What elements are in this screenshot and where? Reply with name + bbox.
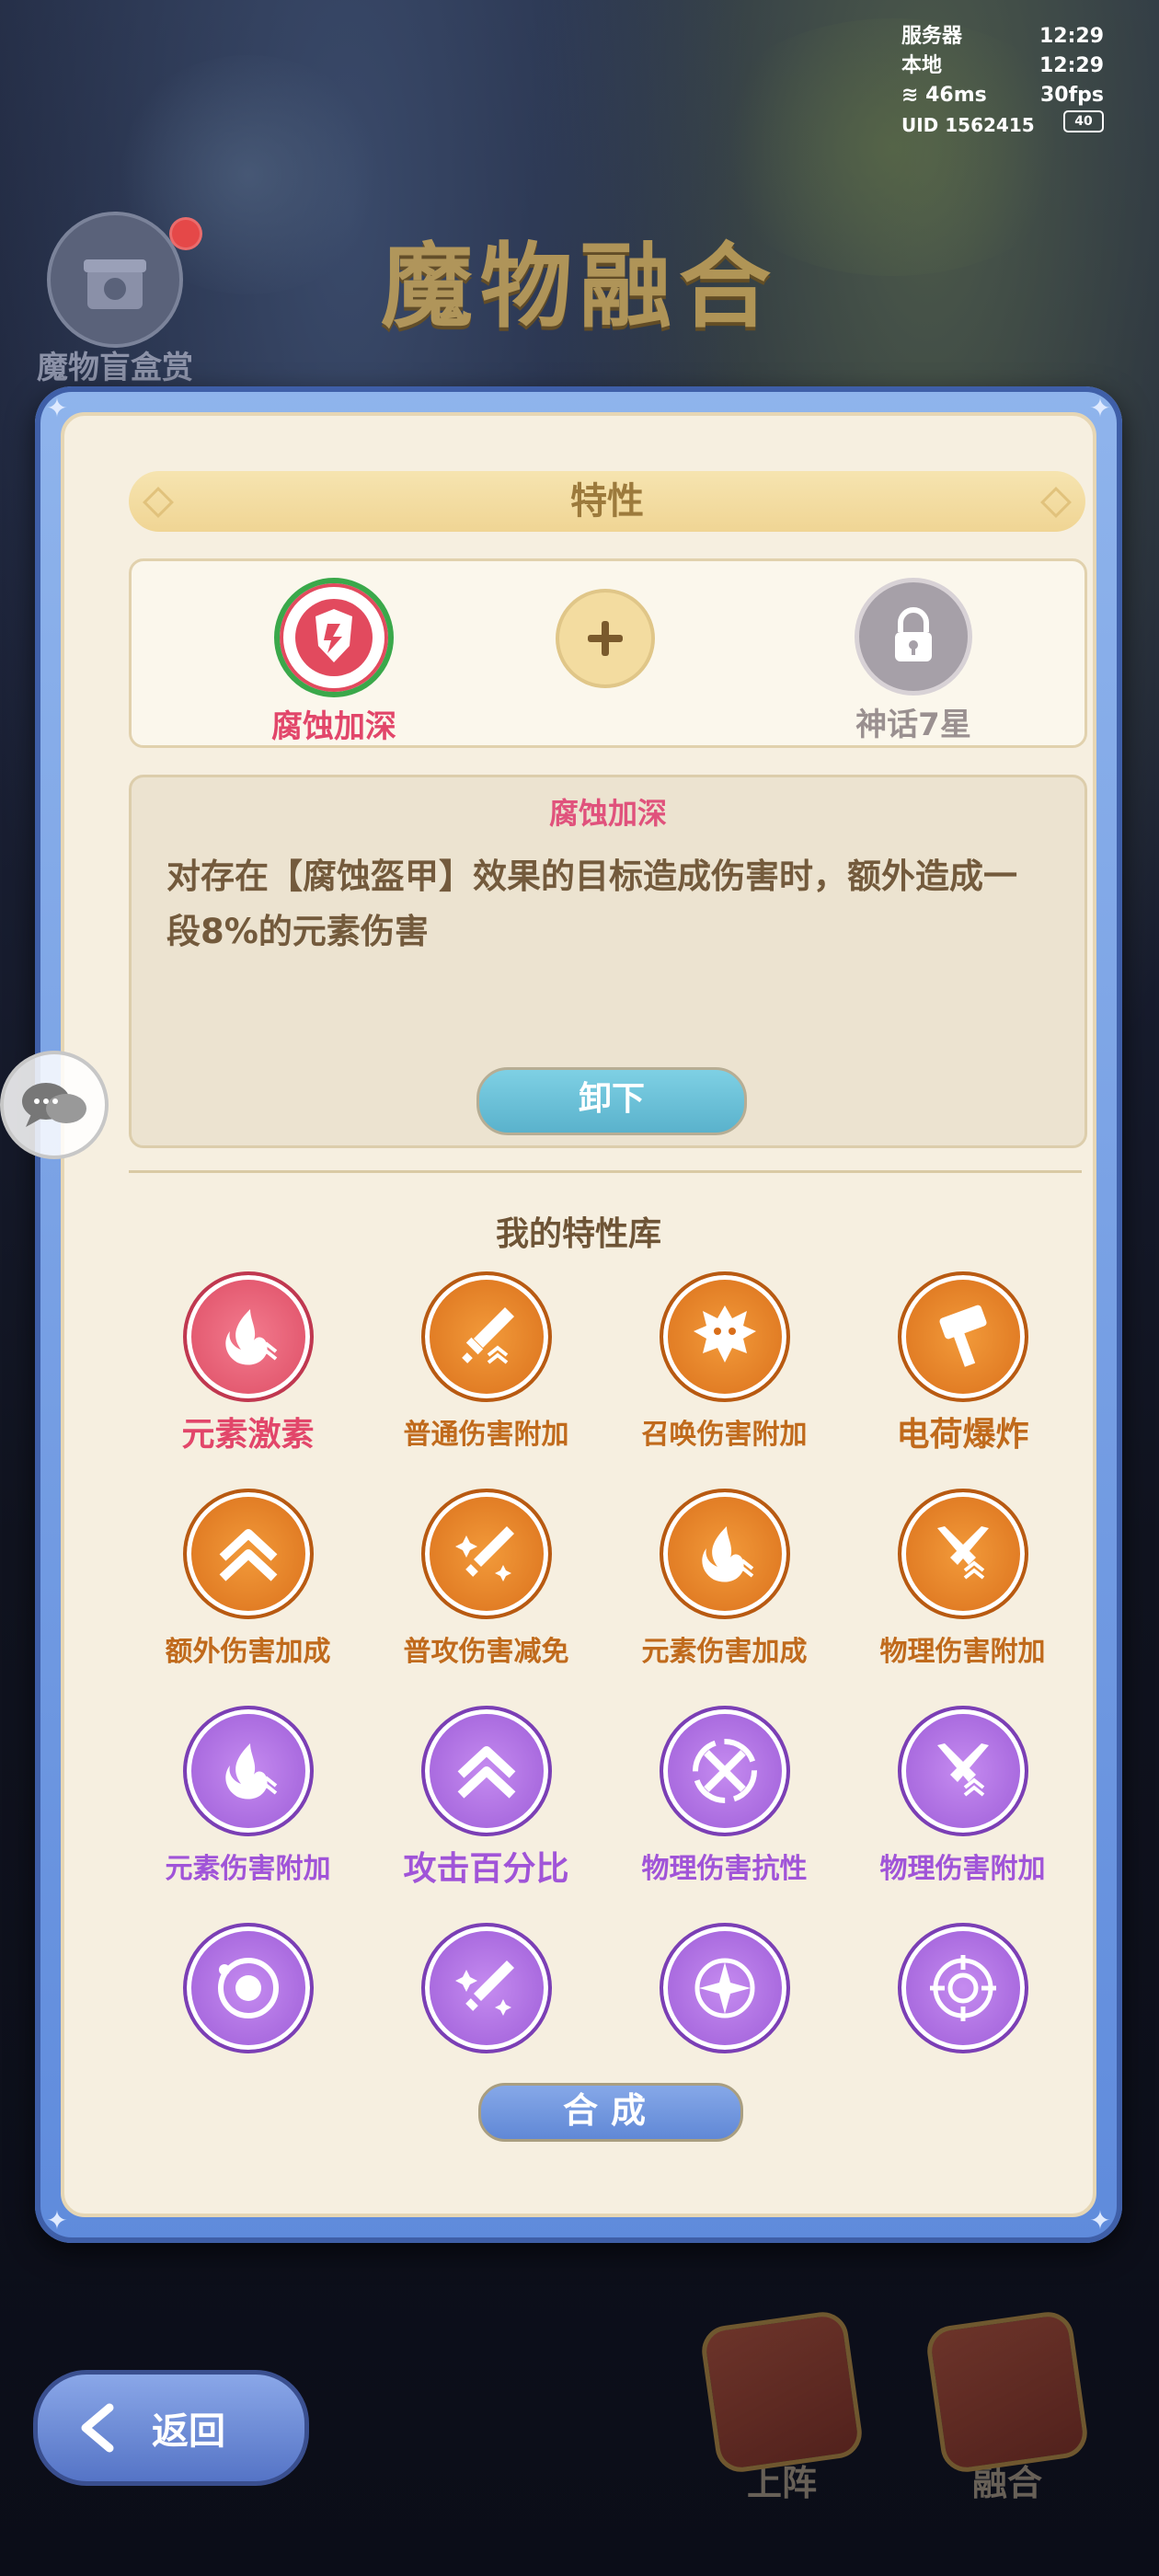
target-icon [897,1923,1028,2053]
trait-description-text: 对存在【腐蚀盔甲】效果的目标造成伤害时，额外造成一段8%的元素伤害 [166,857,1017,951]
chevron-up-icon [182,1489,314,1619]
traits-header: 特性 [129,471,1085,532]
wifi-icon: ≋ [901,84,919,107]
divider [129,1170,1082,1173]
fps-value: 30fps [1039,84,1104,107]
trait-name: 普通伤害附加 [403,1419,569,1451]
trait-item[interactable]: 元素激素 [129,1271,367,1455]
hammer-icon [897,1271,1028,1402]
blind-box-label: 魔物盲盒赏 [37,350,193,386]
trait-name: 电荷爆炸 [896,1416,1029,1454]
crossed-swords-icon [897,1706,1028,1836]
trait-slots: 腐蚀加深 神话7星 [129,558,1087,748]
lock-icon [855,578,972,696]
plus-icon [556,589,655,688]
corner-star-icon: ✦ [46,2205,68,2236]
trait-item[interactable]: 物理伤害附加 [843,1489,1082,1669]
trait-item[interactable] [605,1923,843,2053]
uid-text: UID 1562415 [901,114,1035,136]
trait-name: 攻击百分比 [403,1850,569,1888]
trait-name: 普攻伤害减免 [403,1636,569,1668]
tab-fusion[interactable]: 融合 [924,2308,1091,2505]
trait-item[interactable] [129,1923,367,2053]
trait-item[interactable] [843,1923,1082,2053]
local-label: 本地 [901,54,943,77]
trait-description-box: 腐蚀加深 对存在【腐蚀盔甲】效果的目标造成伤害时，额外造成一段8%的元素伤害 卸… [129,775,1087,1148]
trait-name: 召唤伤害附加 [641,1419,808,1451]
corner-star-icon: ✦ [1089,2205,1111,2236]
orbit-icon [182,1923,314,2053]
trait-slot-equipped[interactable]: 腐蚀加深 [260,578,407,746]
sword-icon [420,1271,552,1402]
panel-content: ✦ ✦ ✦ ✦ 特性 腐蚀加深 神话7星 腐蚀加深 对存在【腐蚀盔甲】效果的目标… [46,396,1110,2234]
local-time: 12:29 [1039,54,1104,77]
trait-item[interactable]: 普攻伤害减免 [367,1489,605,1669]
library-title: 我的特性库 [495,1215,661,1253]
sword-sparkle-icon [420,1923,552,2053]
corner-star-icon: ✦ [1089,393,1111,423]
crossed-swords-icon [897,1489,1028,1619]
trait-item[interactable]: 电荷爆炸 [843,1271,1082,1455]
sword-sparkle-icon [420,1489,552,1619]
fusion-icon [924,2308,1091,2476]
diamond-ornament-icon [143,487,174,518]
slot-name: 腐蚀加深 [271,708,396,745]
fusion-panel: ✦ ✦ ✦ ✦ 特性 腐蚀加深 神话7星 腐蚀加深 对存在【腐蚀盔甲】效果的目标… [35,386,1122,2243]
back-arrow-icon [81,2403,114,2453]
diamond-ornament-icon [1040,487,1072,518]
back-label: 返回 [152,2410,225,2453]
trait-item[interactable]: 普通伤害附加 [367,1271,605,1452]
trait-item[interactable]: 物理伤害附加 [843,1706,1082,1886]
trait-name: 物理伤害附加 [879,1636,1046,1668]
corrosion-shield-icon [274,578,394,697]
element-flame-icon [182,1271,314,1402]
trait-slot-locked[interactable]: 神话7星 [840,578,987,744]
element-flame-icon [659,1489,790,1619]
status-hud: 服务器 12:29 本地 12:29 ≋ 46ms 30fps UID 1562415… [901,22,1104,140]
trait-item[interactable] [367,1923,605,2053]
trait-item[interactable]: 攻击百分比 [367,1706,605,1890]
corner-star-icon: ✦ [46,393,68,423]
page-title: 魔物融合 [381,233,778,340]
compass-star-icon [659,1923,790,2053]
trait-item[interactable]: 元素伤害附加 [129,1706,367,1886]
trait-name: 元素伤害加成 [641,1636,808,1668]
server-time: 12:29 [1039,25,1104,48]
traits-header-label: 特性 [570,480,644,523]
back-button[interactable]: 返回 [33,2370,309,2486]
chat-icon [22,1083,86,1127]
trait-description-title: 腐蚀加深 [548,796,667,831]
tab-deploy[interactable]: 上阵 [698,2308,866,2505]
sword-ring-icon [659,1706,790,1836]
spiky-beast-icon [659,1271,790,1402]
ping-value: 46ms [925,84,987,107]
server-label: 服务器 [901,25,963,48]
trait-name: 物理伤害附加 [879,1853,1046,1885]
trait-name: 元素激素 [181,1416,315,1454]
slot-name: 神话7星 [855,707,971,743]
chevron-up-icon [420,1706,552,1836]
deploy-icon [698,2308,866,2476]
trait-name: 元素伤害附加 [165,1853,331,1885]
trait-item[interactable]: 额外伤害加成 [129,1489,367,1669]
unload-button[interactable]: 卸下 [476,1067,747,1135]
trait-slot-empty[interactable] [550,589,660,688]
trait-name: 物理伤害抗性 [641,1853,808,1885]
element-flame-icon [182,1706,314,1836]
battery-icon: 40 [1063,110,1104,132]
trait-item[interactable]: 物理伤害抗性 [605,1706,843,1886]
trait-name: 额外伤害加成 [165,1636,331,1668]
compose-button[interactable]: 合成 [478,2083,743,2142]
trait-item[interactable]: 召唤伤害附加 [605,1271,843,1452]
trait-item[interactable]: 元素伤害加成 [605,1489,843,1669]
chat-button[interactable] [0,1051,109,1159]
